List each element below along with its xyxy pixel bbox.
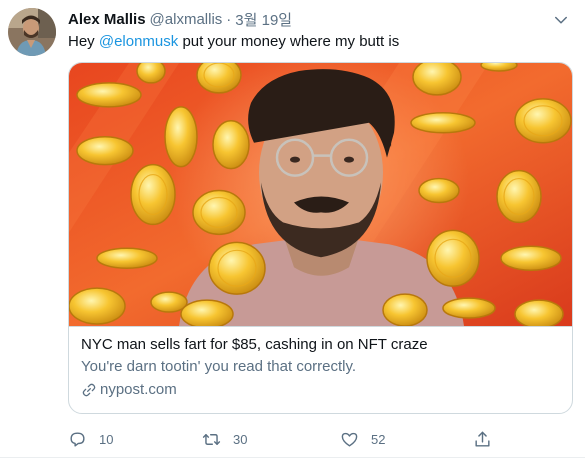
like-icon: [341, 432, 358, 447]
share-icon: [475, 431, 490, 447]
link-icon: [82, 383, 96, 397]
tweet-text-suffix: put your money where my butt is: [178, 33, 400, 50]
tweet-text: Hey @elonmusk put your money where my bu…: [68, 32, 399, 52]
card-domain-text: nypost.com: [100, 381, 177, 398]
retweet-button[interactable]: 30: [202, 428, 247, 450]
share-button[interactable]: [473, 428, 504, 450]
retweet-icon: [202, 433, 221, 445]
avatar[interactable]: [8, 8, 56, 56]
tweet[interactable]: Alex Mallis @alxmallis · 3월 19일 Hey @elo…: [0, 0, 585, 458]
more-button[interactable]: [550, 8, 572, 30]
reply-icon: [70, 431, 85, 447]
reply-button[interactable]: 10: [68, 428, 113, 450]
mention-link[interactable]: @elonmusk: [99, 33, 178, 50]
retweet-count: 30: [233, 431, 248, 447]
card-domain: nypost.com: [81, 380, 561, 400]
author-name[interactable]: Alex Mallis: [68, 11, 146, 28]
like-count: 52: [371, 431, 386, 447]
separator-dot: ·: [226, 10, 232, 28]
card-description: You're darn tootin' you read that correc…: [81, 358, 357, 375]
card-text: NYC man sells fart for $85, cashing in o…: [81, 335, 561, 400]
tweet-date[interactable]: 3월 19일: [235, 9, 292, 30]
author-handle[interactable]: @alxmallis: [150, 11, 223, 28]
card-title: NYC man sells fart for $85, cashing in o…: [81, 336, 428, 353]
avatar-image: [8, 8, 56, 56]
reply-count: 10: [99, 431, 114, 447]
tweet-header: Alex Mallis @alxmallis · 3월 19일: [68, 9, 292, 29]
tweet-text-prefix: Hey: [68, 33, 99, 50]
link-card[interactable]: NYC man sells fart for $85, cashing in o…: [68, 62, 573, 414]
more-icon: [555, 16, 567, 24]
card-image: [69, 63, 572, 327]
like-button[interactable]: 52: [340, 428, 385, 450]
action-bar: 10 30 52: [68, 428, 568, 450]
